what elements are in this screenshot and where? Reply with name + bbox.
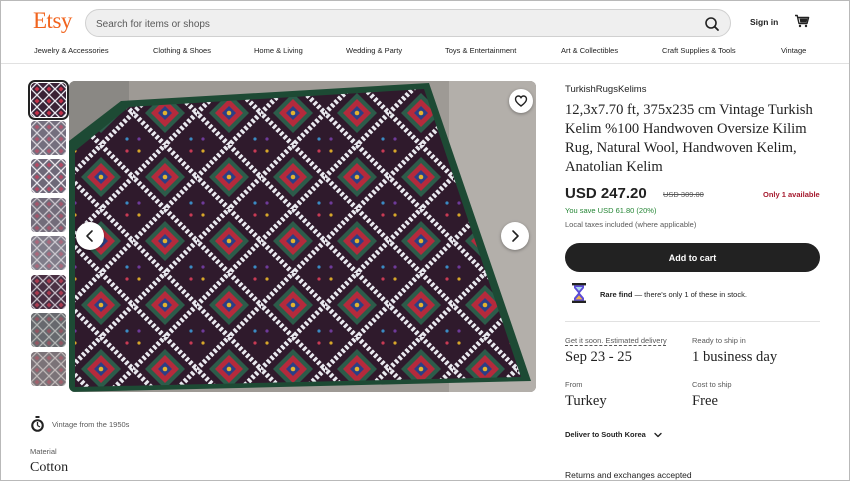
rare-find-label: Rare find: [600, 290, 633, 299]
availability-badge: Only 1 available: [763, 190, 820, 199]
thumbnail-7[interactable]: [31, 313, 66, 347]
cart-icon: [795, 14, 810, 28]
nav-item-vintage[interactable]: Vintage: [781, 46, 806, 55]
shipping-divider: [565, 321, 820, 322]
heart-icon: [514, 95, 528, 107]
ships-from-value: Turkey: [565, 393, 607, 409]
thumbnail-3[interactable]: [31, 159, 66, 193]
delivery-estimate-value: Sep 23 - 25: [565, 349, 632, 365]
rare-find-note: Rare find — there's only 1 of these in s…: [600, 290, 747, 299]
chevron-down-icon[interactable]: [653, 430, 663, 440]
sign-in-link[interactable]: Sign in: [750, 17, 778, 27]
savings-text: You save USD 61.80 (20%): [565, 206, 657, 215]
search-icon: [705, 17, 719, 31]
nav-item-craft[interactable]: Craft Supplies & Tools: [662, 46, 736, 55]
category-nav: Jewelry & Accessories Clothing & Shoes H…: [0, 46, 850, 58]
ready-to-ship-value: 1 business day: [692, 349, 778, 365]
thumbnail-1[interactable]: [28, 80, 69, 120]
delivery-estimate-label[interactable]: Get it soon. Estimated delivery: [565, 336, 667, 345]
rare-find-text: — there's only 1 of these in stock.: [632, 290, 747, 299]
current-price: USD 247.20: [565, 185, 647, 202]
chevron-left-icon: [86, 230, 93, 242]
vintage-text: Vintage from the 1950s: [52, 420, 130, 429]
nav-item-jewelry[interactable]: Jewelry & Accessories: [34, 46, 109, 55]
etsy-logo[interactable]: Etsy: [33, 8, 72, 34]
tax-note: Local taxes included (where applicable): [565, 220, 697, 229]
thumbnail-8[interactable]: [31, 352, 66, 386]
material-label: Material: [30, 447, 57, 456]
shipping-cost-value: Free: [692, 393, 718, 409]
nav-item-art[interactable]: Art & Collectibles: [561, 46, 618, 55]
search-button[interactable]: [702, 14, 722, 34]
main-product-image[interactable]: [69, 81, 536, 392]
hourglass-icon: [572, 283, 586, 303]
stopwatch-icon: [31, 416, 44, 432]
cart-button[interactable]: [794, 14, 810, 28]
previous-image-button[interactable]: [76, 222, 104, 250]
thumbnail-2[interactable]: [31, 121, 66, 155]
thumbnail-4[interactable]: [31, 198, 66, 232]
nav-item-wedding[interactable]: Wedding & Party: [346, 46, 402, 55]
nav-item-clothing[interactable]: Clothing & Shoes: [153, 46, 211, 55]
favorite-button[interactable]: [509, 89, 533, 113]
shipping-cost-label: Cost to ship: [692, 380, 732, 389]
thumbnail-6[interactable]: [31, 275, 66, 309]
search-input[interactable]: [96, 16, 676, 32]
shop-name-link[interactable]: TurkishRugsKelims: [565, 84, 646, 95]
thumbnail-5[interactable]: [31, 236, 66, 270]
returns-policy[interactable]: Returns and exchanges accepted: [565, 470, 692, 480]
nav-item-home[interactable]: Home & Living: [254, 46, 303, 55]
search-bar[interactable]: [85, 9, 731, 37]
next-image-button[interactable]: [501, 222, 529, 250]
deliver-to-selector[interactable]: Deliver to South Korea: [565, 430, 646, 439]
listing-title: 12,3x7.70 ft, 375x235 cm Vintage Turkish…: [565, 102, 813, 175]
nav-divider: [1, 63, 849, 64]
chevron-right-icon: [512, 230, 519, 242]
ready-to-ship-label: Ready to ship in: [692, 336, 746, 345]
original-price: USD 309.00: [663, 190, 704, 199]
material-value: Cotton: [30, 460, 69, 475]
nav-item-toys[interactable]: Toys & Entertainment: [445, 46, 516, 55]
add-to-cart-button[interactable]: Add to cart: [565, 243, 820, 272]
ships-from-label: From: [565, 380, 583, 389]
